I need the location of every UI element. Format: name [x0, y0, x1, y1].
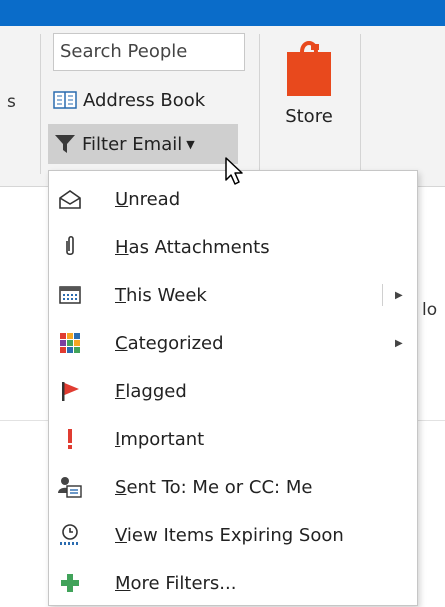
- paperclip-icon: [57, 234, 83, 260]
- funnel-icon: [55, 135, 75, 153]
- menu-item-categorized[interactable]: Categorized ▶: [49, 319, 417, 367]
- address-book-button[interactable]: Address Book: [53, 85, 205, 115]
- menu-item-expiring-soon[interactable]: View Items Expiring Soon: [49, 511, 417, 559]
- person-card-icon: [57, 474, 83, 500]
- menu-item-label: More Filters...: [115, 572, 237, 594]
- plus-icon: [57, 570, 83, 596]
- search-people-input[interactable]: Search People: [53, 33, 245, 71]
- background-text-fragment: lo: [422, 300, 438, 320]
- calendar-icon: [57, 282, 83, 308]
- ribbon-separator: [259, 34, 260, 174]
- menu-item-has-attachments[interactable]: Has Attachments: [49, 223, 417, 271]
- important-icon: [57, 426, 83, 452]
- filter-email-label: Filter Email: [82, 133, 183, 155]
- window-title-bar: [0, 0, 445, 26]
- filter-email-dropdown-menu: Unread Has Attachments This Week ▶ Categ…: [48, 170, 418, 606]
- menu-item-label: This Week: [115, 284, 207, 306]
- menu-item-sent-to-me[interactable]: Sent To: Me or CC: Me: [49, 463, 417, 511]
- menu-item-label: Categorized: [115, 332, 224, 354]
- chevron-down-icon: ▼: [186, 137, 195, 151]
- menu-item-important[interactable]: Important: [49, 415, 417, 463]
- flag-icon: [57, 378, 83, 404]
- filter-email-button[interactable]: Filter Email ▼: [48, 124, 238, 164]
- ribbon-cut-off-label: s: [7, 92, 16, 112]
- menu-item-label: Important: [115, 428, 205, 450]
- menu-item-label: Flagged: [115, 380, 187, 402]
- submenu-separator: [382, 284, 383, 306]
- store-bag-icon: [287, 41, 331, 96]
- category-icon: [57, 330, 83, 356]
- chevron-right-icon: ▶: [395, 337, 403, 349]
- store-button[interactable]: Store: [266, 36, 352, 156]
- chevron-right-icon: ▶: [395, 289, 403, 301]
- expiring-clock-icon: [57, 522, 83, 548]
- menu-item-label: View Items Expiring Soon: [115, 524, 344, 546]
- menu-item-label: Unread: [115, 188, 181, 210]
- mouse-pointer-icon: [225, 157, 243, 185]
- envelope-open-icon: [57, 186, 83, 212]
- menu-item-more-filters[interactable]: More Filters...: [49, 559, 417, 607]
- menu-item-label: Sent To: Me or CC: Me: [115, 476, 313, 498]
- store-label: Store: [285, 106, 333, 127]
- address-book-icon: [53, 91, 77, 109]
- ribbon-separator: [40, 34, 41, 174]
- ribbon-separator: [360, 34, 361, 174]
- menu-item-label: Has Attachments: [115, 236, 270, 258]
- address-book-label: Address Book: [83, 89, 206, 111]
- menu-item-this-week[interactable]: This Week ▶: [49, 271, 417, 319]
- menu-item-flagged[interactable]: Flagged: [49, 367, 417, 415]
